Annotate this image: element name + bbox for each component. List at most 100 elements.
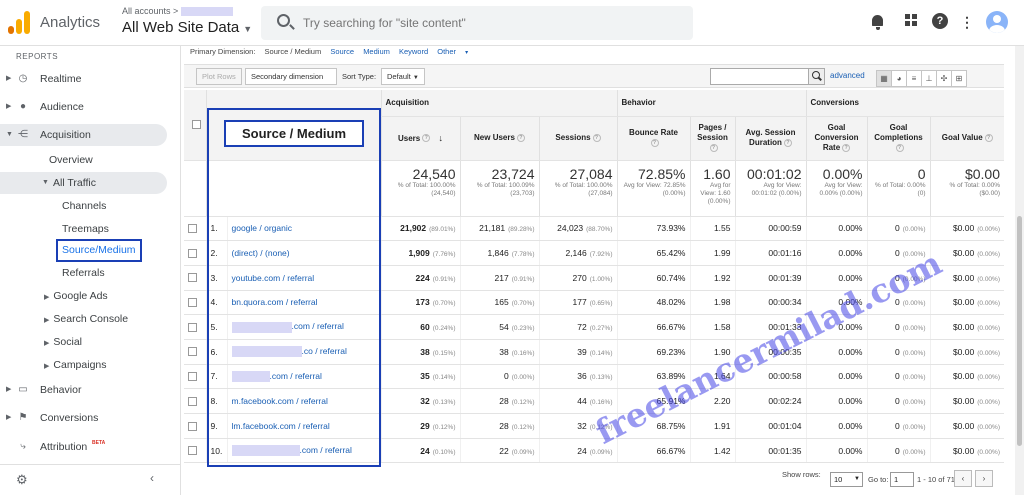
col-avg-session-duration[interactable]: Avg. Session Duration? bbox=[734, 116, 806, 161]
table-row[interactable]: 4. bn.quora.com / referral 173 (0.70%) 165 (0… bbox=[184, 290, 1004, 316]
row-source-link[interactable]: google / organic bbox=[226, 216, 381, 242]
sidebar-sub-referrals[interactable]: Referrals bbox=[62, 262, 105, 284]
sidebar-sub-treemaps[interactable]: Treemaps bbox=[62, 218, 109, 240]
table-view-icon[interactable]: ▦ bbox=[876, 70, 892, 87]
pie-view-icon[interactable]: ◕ bbox=[891, 70, 907, 87]
sidebar-sub-google-ads[interactable]: ▶ Google Ads bbox=[44, 285, 108, 307]
sidebar-item-acquisition[interactable]: ▼ ⋲ Acquisition bbox=[0, 124, 167, 146]
col-users[interactable]: Users? ↓ bbox=[380, 116, 460, 161]
help-icon[interactable]: ? bbox=[783, 138, 792, 147]
row-checkbox[interactable] bbox=[188, 224, 198, 234]
sidebar-sub-overview[interactable]: Overview bbox=[49, 149, 93, 171]
row-checkbox[interactable] bbox=[188, 446, 198, 456]
sidebar-item-attribution[interactable]: ⤷ Attribution BETA bbox=[0, 436, 167, 458]
prev-page-button[interactable]: ‹ bbox=[954, 470, 972, 487]
row-source-link[interactable]: youtube.com / referral bbox=[226, 265, 381, 291]
row-checkbox[interactable] bbox=[188, 372, 198, 382]
sidebar-item-conversions[interactable]: ▶ ⚑ Conversions bbox=[0, 407, 167, 429]
row-checkbox[interactable] bbox=[188, 396, 198, 406]
table-row[interactable]: 3. youtube.com / referral 224 (0.91%) 217 (0.… bbox=[184, 265, 1004, 291]
source-medium-header[interactable]: Source / Medium bbox=[224, 120, 364, 147]
show-rows-select[interactable]: 10 ▼ bbox=[830, 472, 863, 487]
avatar[interactable] bbox=[986, 11, 1008, 33]
row-source-link[interactable]: .com / referral bbox=[226, 438, 381, 464]
row-checkbox[interactable] bbox=[188, 298, 198, 308]
table-filter-input[interactable] bbox=[710, 68, 825, 85]
col-pages-session[interactable]: Pages / Session? bbox=[689, 116, 735, 161]
page-scrollbar[interactable] bbox=[1015, 46, 1024, 495]
select-all-checkbox[interactable] bbox=[192, 120, 202, 130]
col-bounce-rate[interactable]: Bounce Rate? bbox=[616, 116, 690, 161]
collapse-sidebar-icon[interactable]: ‹ bbox=[150, 471, 154, 485]
property-selector[interactable]: All Web Site Data ▼ bbox=[122, 19, 252, 36]
dimension-medium-link[interactable]: Medium bbox=[363, 47, 390, 56]
dimension-other-link[interactable]: Other ▾ bbox=[437, 47, 475, 56]
table-row[interactable]: 10. .com / referral 24 (0.10%) 22 (0.09%) 24 (0… bbox=[184, 438, 1004, 464]
dimension-source-link[interactable]: Source bbox=[330, 47, 354, 56]
sidebar-item-audience[interactable]: ▶ ● Audience bbox=[0, 96, 167, 118]
row-source-link[interactable]: .co / referral bbox=[226, 339, 381, 365]
row-source-link[interactable]: bn.quora.com / referral bbox=[226, 290, 381, 316]
table-row[interactable]: 8. m.facebook.com / referral 32 (0.13%) 28 (0… bbox=[184, 388, 1004, 414]
sidebar-sub-campaigns[interactable]: ▶ Campaigns bbox=[44, 354, 107, 376]
table-row[interactable]: 5. .com / referral 60 (0.24%) 54 (0.23%) 72 (0.… bbox=[184, 314, 1004, 340]
dimension-keyword-link[interactable]: Keyword bbox=[399, 47, 428, 56]
sidebar-sub-all-traffic[interactable]: ▼ All Traffic bbox=[0, 172, 167, 194]
help-icon[interactable]: ? bbox=[516, 133, 525, 142]
row-checkbox[interactable] bbox=[188, 322, 198, 332]
help-icon[interactable]: ? bbox=[650, 138, 659, 147]
search-icon[interactable] bbox=[808, 69, 824, 84]
comparison-view-icon[interactable]: ⊥ bbox=[921, 70, 937, 87]
row-checkbox[interactable] bbox=[188, 248, 198, 258]
table-row[interactable]: 6. .co / referral 38 (0.15%) 38 (0.16%) 39 (0.1… bbox=[184, 339, 1004, 365]
help-icon[interactable]: ? bbox=[709, 143, 718, 152]
goto-input[interactable]: 1 bbox=[890, 472, 914, 487]
plot-rows-button[interactable]: Plot Rows bbox=[196, 68, 242, 85]
help-icon[interactable]: ? bbox=[422, 134, 431, 143]
col-goal-value[interactable]: Goal Value? bbox=[929, 116, 1004, 161]
search-input[interactable] bbox=[303, 14, 683, 32]
col-new-users[interactable]: New Users? bbox=[459, 116, 539, 161]
apps-grid-icon[interactable] bbox=[902, 13, 920, 31]
performance-view-icon[interactable]: ≡ bbox=[906, 70, 922, 87]
sidebar-sub-source-medium[interactable]: Source/Medium bbox=[56, 239, 142, 262]
sidebar-sub-channels[interactable]: Channels bbox=[62, 195, 106, 217]
sidebar-sub-search-console[interactable]: ▶ Search Console bbox=[44, 308, 128, 330]
help-icon[interactable]: ? bbox=[984, 133, 993, 142]
row-source-link[interactable]: lm.facebook.com / referral bbox=[226, 413, 381, 439]
next-page-button[interactable]: › bbox=[975, 470, 993, 487]
search-bar[interactable] bbox=[261, 6, 693, 40]
table-row[interactable]: 9. lm.facebook.com / referral 29 (0.12%) 28(… bbox=[184, 413, 1004, 439]
row-source-link[interactable]: m.facebook.com / referral bbox=[226, 388, 381, 414]
col-goal-completions[interactable]: Goal Completions? bbox=[866, 116, 930, 161]
table-row[interactable]: 2. (direct) / (none) 1,909 (7.76%) 1,846 (7.7… bbox=[184, 240, 1004, 266]
secondary-dimension-dropdown[interactable]: Secondary dimension ▼ bbox=[245, 68, 337, 96]
row-checkbox[interactable] bbox=[188, 421, 198, 431]
more-vert-icon[interactable]: ⋮ bbox=[958, 13, 976, 31]
settings-gear-icon[interactable]: ⚙ bbox=[16, 472, 28, 488]
row-checkbox[interactable] bbox=[188, 347, 198, 357]
sidebar-item-behavior[interactable]: ▶ ▭ Behavior bbox=[0, 379, 167, 401]
sort-type-dropdown[interactable]: Default ▼ bbox=[381, 68, 425, 85]
table-row[interactable]: 7. .com / referral 35 (0.14%) 0 (0.00%) 36 (0.1… bbox=[184, 364, 1004, 390]
help-icon[interactable]: ? bbox=[932, 13, 948, 29]
advanced-filter-link[interactable]: advanced bbox=[830, 71, 865, 80]
col-sessions[interactable]: Sessions? bbox=[538, 116, 617, 161]
sidebar-item-realtime[interactable]: ▶ ◷ Realtime bbox=[0, 68, 167, 90]
row-source-link[interactable]: (direct) / (none) bbox=[226, 240, 381, 266]
help-icon[interactable]: ? bbox=[842, 143, 851, 152]
pivot-view-icon[interactable]: ⊞ bbox=[951, 70, 967, 87]
col-goal-conversion-rate[interactable]: Goal Conversion Rate? bbox=[805, 116, 867, 161]
analytics-logo-icon[interactable] bbox=[8, 10, 30, 34]
notifications-bell-icon[interactable] bbox=[869, 13, 887, 31]
row-checkbox[interactable] bbox=[188, 273, 198, 283]
account-path[interactable]: All accounts > bbox=[122, 6, 234, 17]
row-source-link[interactable]: .com / referral bbox=[226, 364, 381, 390]
scrollbar-thumb[interactable] bbox=[1017, 216, 1022, 446]
table-row[interactable]: 1. google / organic 21,902 (89.01%) 21,181 (8… bbox=[184, 216, 1004, 242]
row-source-link[interactable]: .com / referral bbox=[226, 314, 381, 340]
term-cloud-view-icon[interactable]: ✣ bbox=[936, 70, 952, 87]
help-icon[interactable]: ? bbox=[592, 133, 601, 142]
help-icon[interactable]: ? bbox=[895, 143, 904, 152]
sidebar-sub-social[interactable]: ▶ Social bbox=[44, 331, 82, 353]
